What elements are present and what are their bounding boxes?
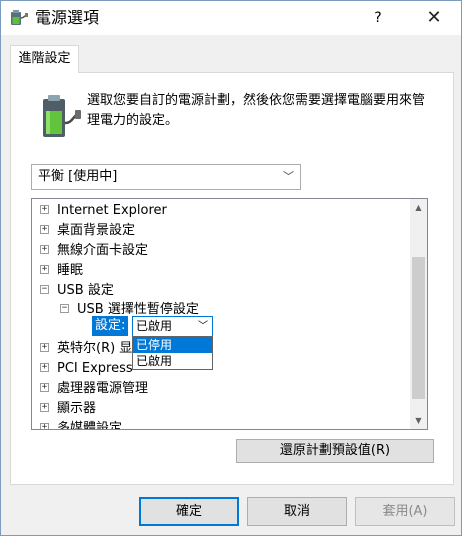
setting-value: 已啟用 [136, 319, 173, 333]
tree-item-internet-explorer[interactable]: + Internet Explorer [40, 201, 167, 221]
tab-advanced-settings[interactable]: 進階設定 [10, 45, 79, 73]
tree-item-label: 多媒體設定 [57, 421, 123, 430]
tree-item-desktop-background[interactable]: + 桌面背景設定 [40, 221, 135, 241]
tree-item-label: 顯示器 [57, 401, 97, 416]
vertical-scrollbar[interactable]: ▲ ▼ [410, 199, 427, 429]
chevron-down-icon: ﹀ [283, 170, 294, 183]
cancel-button[interactable]: 取消 [247, 497, 347, 526]
setting-dropdown-list[interactable]: 已停用 已啟用 [132, 336, 213, 370]
tree-item-label: 處理器電源管理 [57, 381, 149, 396]
power-options-dialog: 電源選項 ? ✕ 進階設定 選取您要自訂的電源計劃，然後依您需要選擇電腦要用來管… [0, 0, 462, 536]
tree-item-label: 睡眠 [57, 263, 84, 278]
tree-item-label: 無線介面卡設定 [57, 243, 149, 258]
option-disabled[interactable]: 已停用 [133, 337, 212, 353]
scroll-down-icon[interactable]: ▼ [410, 412, 427, 429]
tree-item-display[interactable]: + 顯示器 [40, 399, 96, 419]
settings-tree[interactable]: + Internet Explorer + 桌面背景設定 + 無線介面卡設定 + 睡眠 … [31, 198, 428, 430]
tree-item-label: 英特尔(R) 显 [57, 341, 133, 356]
title-bar[interactable]: 電源選項 ? ✕ [1, 1, 461, 35]
tree-item-label: 桌面背景設定 [57, 223, 136, 238]
expand-icon[interactable]: + [40, 225, 49, 234]
tree-item-wireless-adapter[interactable]: + 無線介面卡設定 [40, 241, 148, 261]
tree-item-sleep[interactable]: + 睡眠 [40, 261, 83, 281]
expand-icon[interactable]: + [40, 265, 49, 274]
expand-icon[interactable]: + [40, 363, 49, 372]
setting-label: 設定: [92, 316, 129, 336]
restore-plan-defaults-button[interactable]: 還原計劃預設值(R) [236, 439, 434, 463]
scrollbar-thumb[interactable] [412, 257, 425, 399]
expand-icon[interactable]: + [40, 383, 49, 392]
collapse-icon[interactable]: − [40, 285, 49, 294]
collapse-icon[interactable]: − [60, 304, 69, 313]
panel-description: 選取您要自訂的電源計劃，然後依您需要選擇電腦要用來管理電力的設定。 [87, 93, 426, 128]
tree-item-usb-settings[interactable]: − USB 設定 [40, 281, 114, 301]
tree-item-multimedia[interactable]: + 多媒體設定 [40, 419, 123, 430]
advanced-settings-panel: 選取您要自訂的電源計劃，然後依您需要選擇電腦要用來管理電力的設定。 平衡 [使用… [10, 72, 454, 485]
tree-item-label: USB 設定 [57, 283, 114, 298]
help-button[interactable]: ? [355, 1, 401, 35]
expand-icon[interactable]: + [40, 403, 49, 412]
tree-item-processor-power[interactable]: + 處理器電源管理 [40, 379, 148, 399]
battery-icon [43, 95, 81, 137]
expand-icon[interactable]: + [40, 205, 49, 214]
scroll-up-icon[interactable]: ▲ [410, 199, 427, 216]
tree-item-pci-express[interactable]: + PCI Express [40, 359, 133, 379]
expand-icon[interactable]: + [40, 343, 49, 352]
chevron-down-icon: ﹀ [198, 321, 208, 332]
power-options-icon [11, 10, 28, 25]
option-enabled[interactable]: 已啟用 [133, 353, 212, 369]
tree-item-label: USB 選擇性暫停設定 [77, 302, 199, 317]
expand-icon[interactable]: + [40, 423, 49, 429]
expand-icon[interactable]: + [40, 245, 49, 254]
power-plan-select[interactable]: 平衡 [使用中] ﹀ [31, 164, 301, 190]
power-plan-value: 平衡 [使用中] [38, 169, 118, 184]
setting-value-select[interactable]: 已啟用 ﹀ [132, 316, 213, 337]
tree-item-intel-graphics[interactable]: + 英特尔(R) 显 [40, 339, 132, 359]
ok-button[interactable]: 確定 [139, 497, 239, 526]
tree-item-label: Internet Explorer [57, 203, 167, 218]
close-button[interactable]: ✕ [409, 1, 459, 35]
tree-item-label: PCI Express [57, 361, 133, 376]
window-title: 電源選項 [35, 8, 100, 27]
apply-button[interactable]: 套用(A) [355, 497, 455, 526]
